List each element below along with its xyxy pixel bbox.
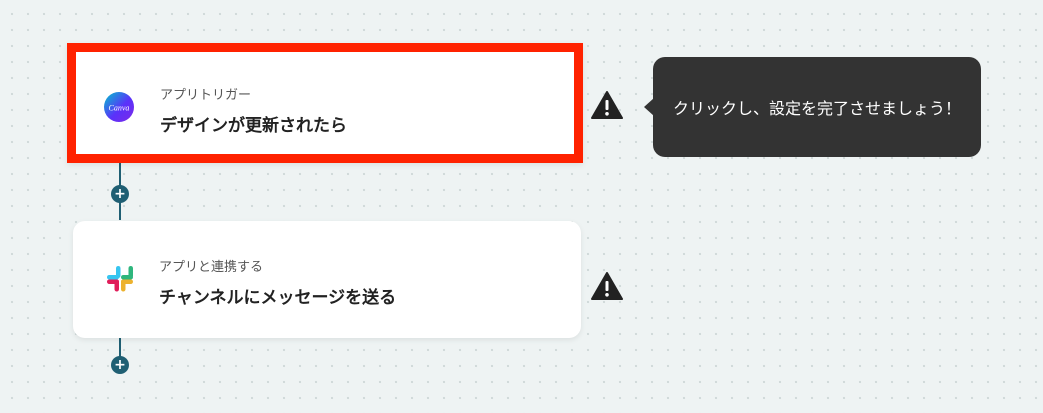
warning-icon (591, 272, 623, 300)
step-type-label: アプリトリガー (160, 88, 252, 103)
flow-step-trigger[interactable]: Canva アプリトリガー デザインが更新されたら (67, 43, 583, 163)
add-step-button[interactable]: + (111, 356, 129, 374)
slack-icon (107, 266, 133, 292)
hint-tooltip: クリックし、設定を完了させましょう！ (644, 57, 981, 157)
canva-icon: Canva (104, 92, 134, 122)
step-type-label: アプリと連携する (159, 260, 264, 275)
tooltip-text: クリックし、設定を完了させましょう！ (672, 99, 961, 118)
add-step-button[interactable]: + (111, 185, 129, 203)
step-title: デザインが更新されたら (160, 116, 347, 136)
svg-text:Canva: Canva (109, 104, 130, 113)
warning-icon (591, 91, 623, 119)
step-title: チャンネルにメッセージを送る (159, 288, 397, 308)
flow-step-action[interactable]: アプリと連携する チャンネルにメッセージを送る (73, 221, 581, 338)
